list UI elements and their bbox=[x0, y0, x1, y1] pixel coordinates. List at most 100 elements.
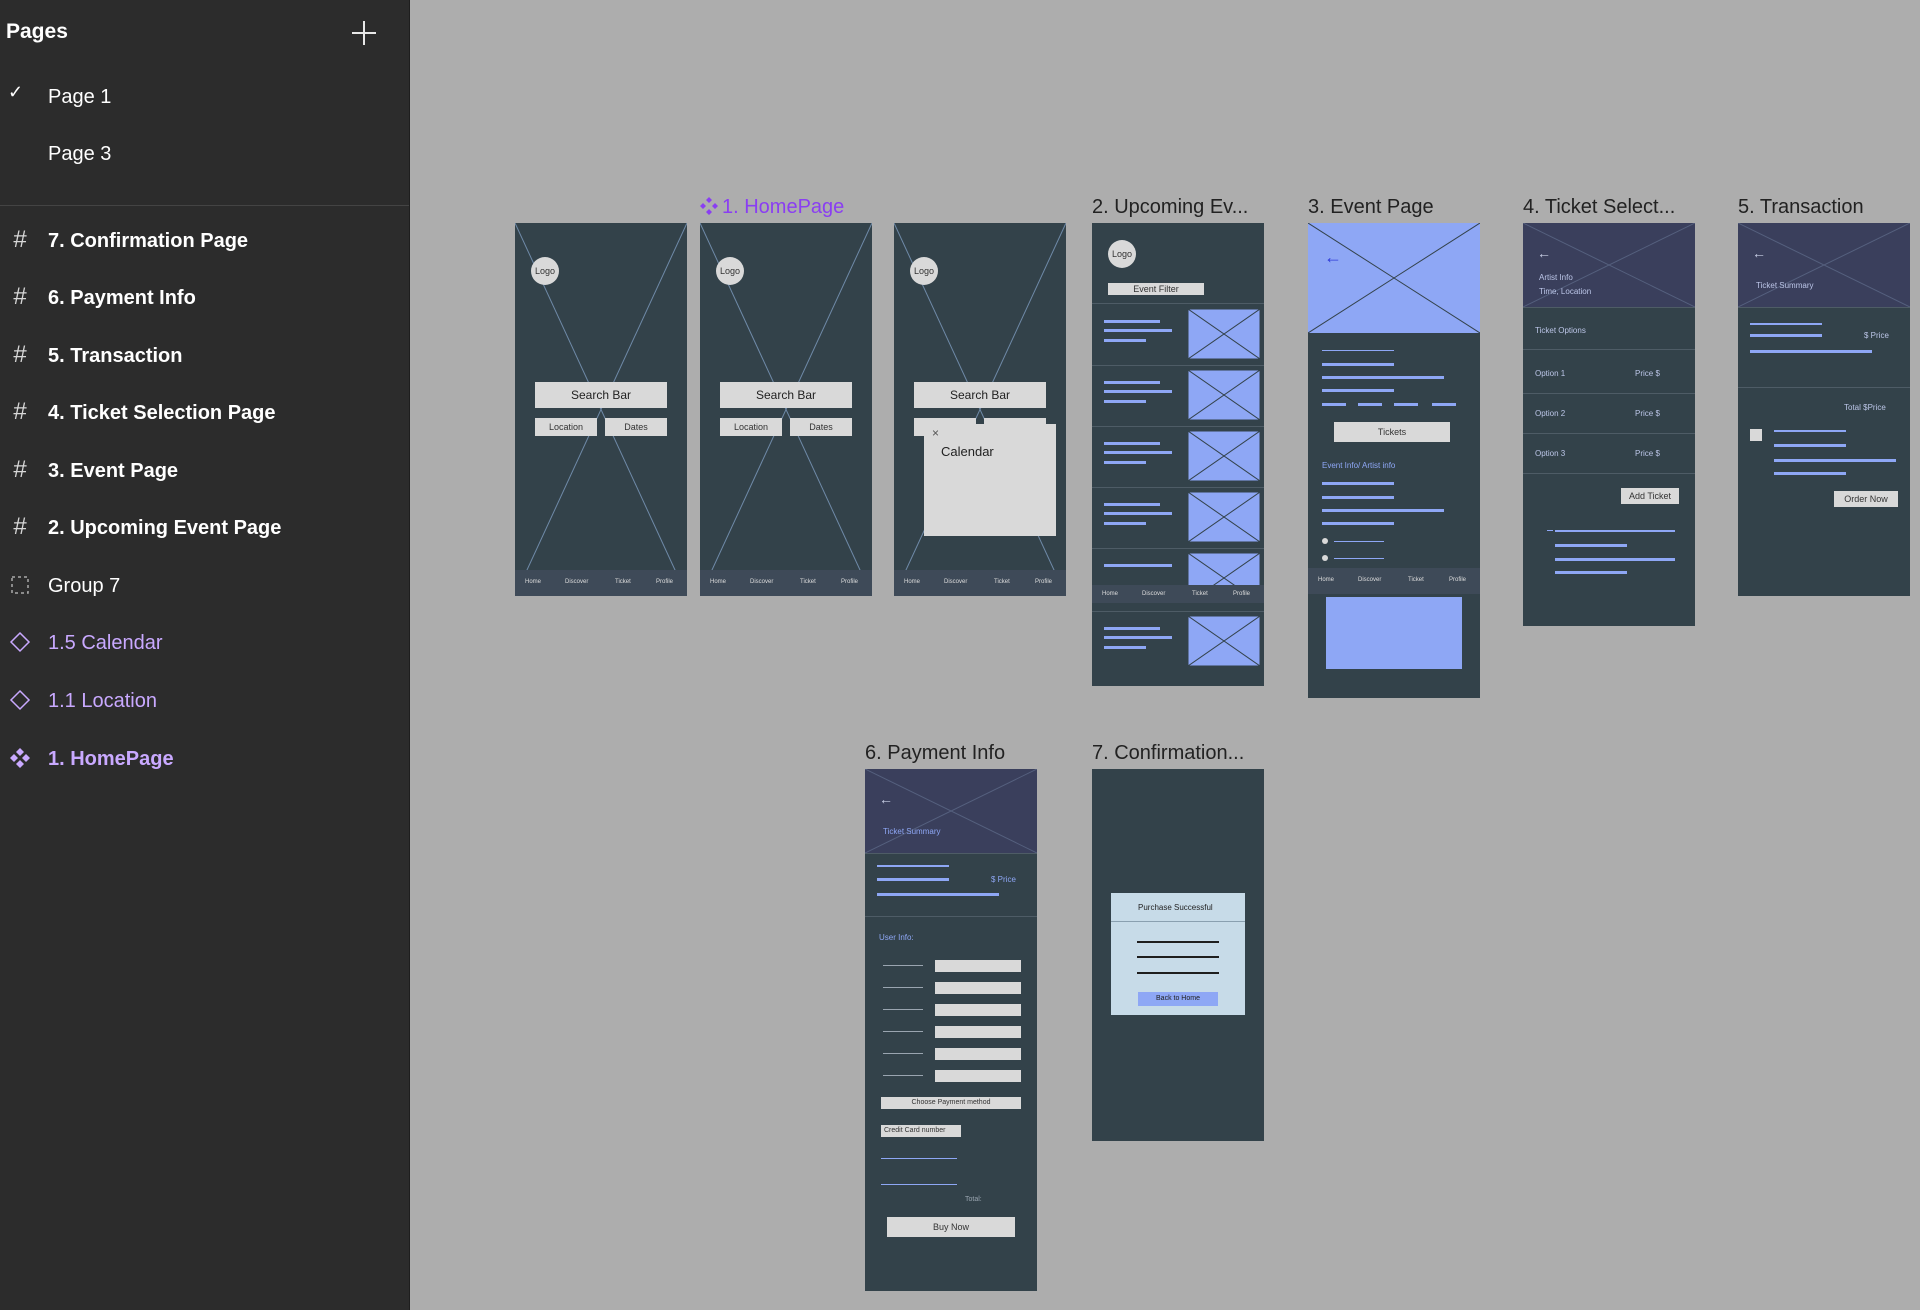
confirmation-frame[interactable]: Purchase Successful Back to Home bbox=[1092, 769, 1264, 1141]
price-label: $ Price bbox=[1864, 331, 1889, 340]
homepage-frame-1[interactable]: Logo Search Bar Location Dates Home Disc… bbox=[515, 223, 687, 596]
search-bar: Search Bar bbox=[720, 382, 852, 408]
layer-homepage[interactable]: 1. HomePage bbox=[0, 740, 409, 784]
back-arrow-icon[interactable]: ← bbox=[1752, 245, 1766, 261]
nav-ticket: Ticket bbox=[615, 579, 631, 585]
frame-title-ticket[interactable]: 4. Ticket Select... bbox=[1523, 196, 1675, 219]
pages-panel: Pages ✓ Page 1 Page 3 # 7. Confirmation … bbox=[0, 0, 410, 1310]
hash-icon: # bbox=[13, 226, 27, 253]
frame-title-event[interactable]: 3. Event Page bbox=[1308, 196, 1434, 219]
nav-home: Home bbox=[710, 579, 727, 585]
hash-icon: # bbox=[13, 456, 27, 483]
frame-title-upcoming[interactable]: 2. Upcoming Ev... bbox=[1092, 196, 1248, 219]
page-label: Page 1 bbox=[48, 86, 112, 108]
event-filter: Event Filter bbox=[1108, 283, 1204, 295]
ticket-summary-label: Ticket Summary bbox=[883, 827, 941, 836]
close-icon[interactable]: × bbox=[932, 426, 939, 440]
upcoming-event-frame[interactable]: Logo Event Filter Home Discover Ticket P… bbox=[1092, 223, 1264, 686]
bottom-nav: Home Discover Ticket Profile bbox=[1308, 568, 1480, 594]
success-label: Purchase Successful bbox=[1138, 903, 1213, 912]
time-location-label: Time, Location bbox=[1539, 287, 1592, 296]
user-info-label: User Info: bbox=[879, 933, 914, 942]
nav-profile: Profile bbox=[1035, 579, 1053, 585]
back-arrow-icon[interactable]: ← bbox=[1537, 245, 1551, 261]
frame-title-confirmation[interactable]: 7. Confirmation... bbox=[1092, 742, 1244, 765]
layer-location[interactable]: 1.1 Location bbox=[0, 682, 409, 726]
diamond-icon bbox=[8, 630, 32, 654]
calendar-popup: × Calendar bbox=[924, 424, 1056, 536]
total-label: Total: bbox=[965, 1196, 982, 1203]
image-placeholder bbox=[1326, 597, 1462, 669]
payment-info-frame[interactable]: ← Ticket Summary $ Price User Info: Choo… bbox=[865, 769, 1037, 1291]
layer-upcoming-event-page[interactable]: # 2. Upcoming Event Page bbox=[0, 509, 409, 553]
nav-profile: Profile bbox=[656, 579, 674, 585]
layer-event-page[interactable]: # 3. Event Page bbox=[0, 452, 409, 496]
back-arrow-icon[interactable]: ← bbox=[879, 791, 893, 807]
ticket-summary-label: Ticket Summary bbox=[1756, 281, 1814, 290]
page-item-1[interactable]: ✓ Page 1 bbox=[0, 80, 409, 120]
component-icon bbox=[700, 197, 718, 215]
nav-home: Home bbox=[525, 579, 542, 585]
event-row bbox=[1092, 427, 1264, 487]
checkbox[interactable] bbox=[1750, 429, 1762, 441]
layer-label: 6. Payment Info bbox=[48, 287, 196, 309]
nav-profile: Profile bbox=[841, 579, 859, 585]
logo: Logo bbox=[910, 257, 938, 285]
layer-label: 7. Confirmation Page bbox=[48, 230, 249, 252]
transaction-frame[interactable]: ← Ticket Summary $ Price Total $Price Or… bbox=[1738, 223, 1910, 596]
homepage-frame-2[interactable]: Logo Search Bar Location Dates Home Disc… bbox=[700, 223, 872, 596]
event-list: Home Discover Ticket Profile bbox=[1092, 305, 1264, 685]
logo: Logo bbox=[531, 257, 559, 285]
design-canvas[interactable]: 1. HomePage Logo Search Bar Location Dat… bbox=[410, 0, 1920, 1310]
location-button: Location bbox=[720, 418, 782, 436]
event-page-frame[interactable]: ← Tickets Event Info/ Artist info Home D… bbox=[1308, 223, 1480, 698]
layer-ticket-selection-page[interactable]: # 4. Ticket Selection Page bbox=[0, 394, 409, 438]
layer-calendar[interactable]: 1.5 Calendar bbox=[0, 624, 409, 668]
total-price-label: Total $Price bbox=[1844, 403, 1886, 412]
back-arrow-icon[interactable]: ← bbox=[1324, 247, 1342, 268]
search-bar: Search Bar bbox=[535, 382, 667, 408]
layer-label: 2. Upcoming Event Page bbox=[48, 517, 282, 539]
event-row bbox=[1092, 305, 1264, 365]
event-info-label: Event Info/ Artist info bbox=[1322, 461, 1396, 470]
payment-method-select: Choose Payment method bbox=[881, 1097, 1021, 1109]
artist-info-label: Artist Info bbox=[1539, 273, 1573, 282]
layer-label: 4. Ticket Selection Page bbox=[48, 402, 276, 424]
dates-button: Dates bbox=[605, 418, 667, 436]
frame-title-homepage[interactable]: 1. HomePage bbox=[700, 196, 844, 219]
credit-card-field: Credit Card number bbox=[881, 1125, 961, 1137]
layer-label: Group 7 bbox=[48, 575, 121, 597]
layer-confirmation-page[interactable]: # 7. Confirmation Page bbox=[0, 222, 409, 266]
layer-payment-info[interactable]: # 6. Payment Info bbox=[0, 279, 409, 323]
diamond-icon bbox=[8, 688, 32, 712]
panel-divider bbox=[0, 205, 409, 206]
add-ticket-button: Add Ticket bbox=[1621, 488, 1679, 504]
hash-icon: # bbox=[13, 513, 27, 540]
layer-label: 1.5 Calendar bbox=[48, 632, 163, 654]
logo: Logo bbox=[716, 257, 744, 285]
location-button: Location bbox=[535, 418, 597, 436]
page-item-3[interactable]: Page 3 bbox=[0, 137, 409, 177]
add-page-icon[interactable] bbox=[351, 20, 377, 46]
ticket-selection-frame[interactable]: ← Artist Info Time, Location Ticket Opti… bbox=[1523, 223, 1695, 626]
frame-title-payment[interactable]: 6. Payment Info bbox=[865, 742, 1005, 765]
nav-discover: Discover bbox=[750, 579, 774, 585]
event-row bbox=[1092, 366, 1264, 426]
bottom-nav: Home Discover Ticket Profile bbox=[1092, 585, 1264, 603]
calendar-label: Calendar bbox=[941, 444, 994, 459]
frame-title-transaction[interactable]: 5. Transaction bbox=[1738, 196, 1864, 219]
nav-home: Home bbox=[904, 579, 921, 585]
order-now-button: Order Now bbox=[1834, 491, 1898, 507]
search-bar: Search Bar bbox=[914, 382, 1046, 408]
nav-ticket: Ticket bbox=[994, 579, 1010, 585]
dashed-square-icon bbox=[8, 573, 32, 597]
price-label: $ Price bbox=[991, 875, 1016, 884]
frame-title-label: 1. HomePage bbox=[722, 196, 845, 218]
homepage-frame-3[interactable]: Logo Search Bar × Calendar Home Discover… bbox=[894, 223, 1066, 596]
hash-icon: # bbox=[13, 283, 27, 310]
logo: Logo bbox=[1108, 240, 1136, 268]
layer-group-7[interactable]: Group 7 bbox=[0, 567, 409, 611]
back-to-home-button: Back to Home bbox=[1138, 992, 1218, 1006]
layer-transaction[interactable]: # 5. Transaction bbox=[0, 337, 409, 381]
check-icon: ✓ bbox=[8, 82, 24, 102]
